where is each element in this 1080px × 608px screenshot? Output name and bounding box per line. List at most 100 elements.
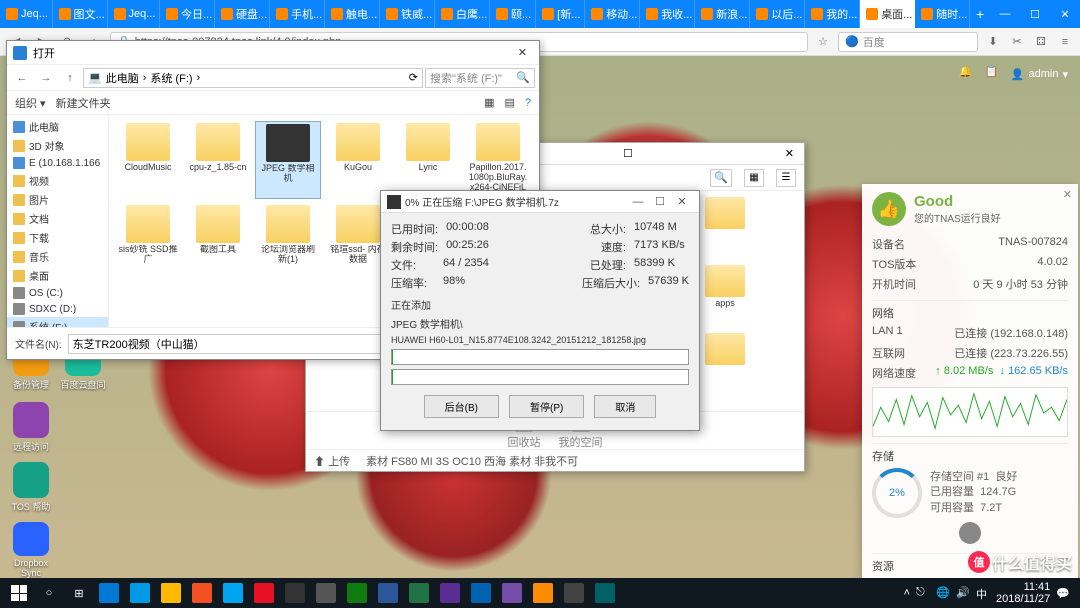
browser-tab[interactable]: Jeq... bbox=[0, 0, 53, 28]
volume-icon[interactable]: 🔊 bbox=[956, 586, 970, 600]
browser-search[interactable]: 🔵 百度 bbox=[838, 32, 978, 52]
folder-tree[interactable]: 此电脑3D 对象E (10.168.1.166视频图片文档下载音乐桌面OS (C… bbox=[7, 115, 109, 327]
nav-back[interactable]: ← bbox=[11, 68, 33, 88]
task-view[interactable]: ⊞ bbox=[64, 587, 94, 600]
browser-minimize[interactable]: — bbox=[990, 0, 1020, 28]
explorer-search[interactable]: 搜索"系统 (F:)" 🔍 bbox=[425, 68, 535, 88]
taskbar-app[interactable] bbox=[94, 579, 124, 607]
browser-maximize[interactable]: ☐ bbox=[1020, 0, 1050, 28]
help-icon[interactable]: ? bbox=[525, 97, 531, 109]
taskbar-app[interactable] bbox=[466, 579, 496, 607]
taskbar-app[interactable] bbox=[342, 579, 372, 607]
pause-button[interactable]: 暂停(P) bbox=[509, 395, 584, 418]
path-breadcrumb[interactable]: 💻 此电脑 › 系统 (F:) › ⟳ bbox=[83, 68, 423, 88]
folder-item[interactable] bbox=[694, 197, 756, 261]
download-icon[interactable]: ⬇ bbox=[984, 33, 1002, 51]
file-item[interactable]: CloudMusic bbox=[115, 121, 181, 199]
file-item[interactable]: JPEG 数学相机 bbox=[255, 121, 321, 199]
browser-tab[interactable]: 桌面... bbox=[860, 0, 915, 28]
view-grid-icon[interactable]: ▦ bbox=[744, 169, 764, 187]
file-item[interactable]: Papillon.2017.1080p.BluRay.x264-CiNEFiLE… bbox=[465, 121, 531, 199]
taskbar-app[interactable] bbox=[218, 579, 248, 607]
browser-tab[interactable]: 手机... bbox=[270, 0, 325, 28]
view-list-icon[interactable]: ☰ bbox=[776, 169, 796, 187]
clipboard-icon[interactable]: 📋 bbox=[985, 65, 1003, 83]
browser-tab[interactable]: 硬盘... bbox=[215, 0, 270, 28]
crumb[interactable]: 此电脑 bbox=[106, 70, 139, 86]
taskbar-app[interactable] bbox=[187, 579, 217, 607]
close-button[interactable]: ✕ bbox=[781, 147, 798, 160]
browser-tab[interactable]: 我的... bbox=[805, 0, 860, 28]
tree-item[interactable]: E (10.168.1.166 bbox=[7, 155, 108, 171]
view-icons[interactable]: ▦ bbox=[484, 96, 494, 109]
taskbar-app[interactable] bbox=[311, 579, 341, 607]
browser-tab[interactable]: 随时... bbox=[915, 0, 970, 28]
desktop-icon[interactable]: TOS 帮助 bbox=[8, 462, 54, 518]
close-icon[interactable]: ✕ bbox=[1063, 188, 1072, 201]
start-button[interactable] bbox=[4, 579, 34, 607]
tray-icon[interactable]: ⎋ bbox=[916, 586, 930, 600]
extensions-icon[interactable]: ⚃ bbox=[1032, 33, 1050, 51]
tree-item[interactable]: 3D 对象 bbox=[7, 136, 108, 155]
close-button[interactable]: ✕ bbox=[671, 195, 693, 208]
tree-item[interactable]: 文档 bbox=[7, 209, 108, 228]
browser-tab[interactable]: 触电... bbox=[325, 0, 380, 28]
new-tab-button[interactable]: + bbox=[970, 6, 990, 22]
taskbar-app[interactable] bbox=[125, 579, 155, 607]
tree-item[interactable]: OS (C:) bbox=[7, 285, 108, 301]
file-item[interactable]: Lyric bbox=[395, 121, 461, 199]
browser-tab[interactable]: 颐... bbox=[490, 0, 536, 28]
file-item[interactable]: 截图工具 bbox=[185, 203, 251, 281]
browser-tab[interactable]: Jeq... bbox=[108, 0, 161, 28]
network-icon[interactable]: 🌐 bbox=[936, 586, 950, 600]
menu-icon[interactable]: ≡ bbox=[1056, 33, 1074, 51]
taskbar-app[interactable] bbox=[528, 579, 558, 607]
taskbar-app[interactable] bbox=[280, 579, 310, 607]
browser-tab[interactable]: 以后... bbox=[750, 0, 805, 28]
background-button[interactable]: 后台(B) bbox=[424, 395, 499, 418]
refresh-icon[interactable]: ⟳ bbox=[409, 71, 418, 84]
favorite-button[interactable]: ☆ bbox=[814, 33, 832, 51]
taskbar-app[interactable] bbox=[373, 579, 403, 607]
tree-item[interactable]: 视频 bbox=[7, 171, 108, 190]
screenshot-icon[interactable]: ✂ bbox=[1008, 33, 1026, 51]
file-item[interactable]: cpu-z_1.85-cn bbox=[185, 121, 251, 199]
browser-tab[interactable]: 铁威... bbox=[380, 0, 435, 28]
folder-item[interactable] bbox=[694, 333, 756, 397]
taskbar-app[interactable] bbox=[249, 579, 279, 607]
file-item[interactable]: 论坛浏览器刷新(1) bbox=[255, 203, 321, 281]
browser-tab[interactable]: 移动... bbox=[585, 0, 640, 28]
tree-item[interactable]: 图片 bbox=[7, 190, 108, 209]
cortana-search[interactable]: ○ bbox=[34, 587, 64, 599]
browser-tab[interactable]: 新浪... bbox=[695, 0, 750, 28]
minimize-button[interactable]: — bbox=[627, 196, 649, 208]
browser-tab[interactable]: 白鹰... bbox=[435, 0, 490, 28]
desktop-icon[interactable]: 远程访问 bbox=[8, 402, 54, 458]
tree-item[interactable]: 此电脑 bbox=[7, 117, 108, 136]
tree-item[interactable]: 系统 (F:) bbox=[7, 317, 108, 327]
view-list[interactable]: ▤ bbox=[504, 96, 514, 109]
nav-forward[interactable]: → bbox=[35, 68, 57, 88]
browser-close[interactable]: ✕ bbox=[1050, 0, 1080, 28]
organize-menu[interactable]: 组织 ▾ bbox=[15, 95, 46, 111]
taskbar-app[interactable] bbox=[156, 579, 186, 607]
ime-icon[interactable]: 中 bbox=[976, 586, 990, 600]
tree-item[interactable]: SDXC (D:) bbox=[7, 301, 108, 317]
browser-tab[interactable]: 我收... bbox=[640, 0, 695, 28]
tray-chevron[interactable]: ˄ bbox=[904, 587, 910, 599]
maximize-button[interactable]: ☐ bbox=[619, 147, 637, 160]
taskbar-app[interactable] bbox=[435, 579, 465, 607]
upload-button[interactable]: ⬆ 上传 bbox=[314, 453, 350, 469]
taskbar-app[interactable] bbox=[497, 579, 527, 607]
nav-up[interactable]: ↑ bbox=[59, 68, 81, 88]
taskbar-app[interactable] bbox=[590, 579, 620, 607]
taskbar-app[interactable] bbox=[404, 579, 434, 607]
tree-item[interactable]: 桌面 bbox=[7, 266, 108, 285]
notification-icon[interactable]: 🔔 bbox=[959, 65, 977, 83]
browser-tab[interactable]: [新... bbox=[536, 0, 585, 28]
crumb[interactable]: 系统 (F:) bbox=[150, 70, 192, 86]
folder-item[interactable]: apps bbox=[694, 265, 756, 329]
close-button[interactable]: ✕ bbox=[512, 46, 533, 59]
maximize-button[interactable]: ☐ bbox=[649, 195, 671, 208]
new-folder-button[interactable]: 新建文件夹 bbox=[56, 95, 111, 111]
